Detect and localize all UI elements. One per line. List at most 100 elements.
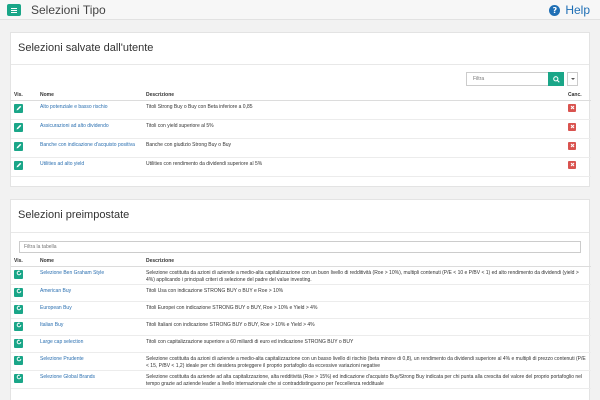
refresh-icon [16,321,22,331]
selection-description: Titoli con yield superiore al 5% [143,119,565,139]
col-nome: Nome [37,91,143,101]
search-icon [552,75,560,83]
refresh-icon [16,269,22,279]
caret-down-icon [570,78,575,80]
selection-name-link[interactable]: Utilities ad alto yield [37,157,143,177]
table-row: Utilities ad alto yield Utilities con ren… [11,157,591,177]
vis-cell [11,318,37,336]
page-title: Selezioni Tipo [31,3,106,17]
load-selection-button[interactable] [14,269,23,279]
preset-selections-table: Vis. Nome Descrizione Selezione Ben Grah… [11,257,591,389]
edit-button[interactable] [14,103,23,113]
load-selection-button[interactable] [14,355,23,365]
load-selection-button[interactable] [14,338,23,348]
vis-cell [11,284,37,302]
edit-button[interactable] [14,122,23,132]
divider [11,232,589,233]
selection-name-link[interactable]: Selezione Global Brands [37,370,143,389]
selection-name-link[interactable]: European Buy [37,301,143,319]
help-link[interactable]: ? Help [549,2,590,18]
load-selection-button[interactable] [14,304,23,314]
menu-button[interactable] [7,4,21,16]
col-canc: Canc. [565,91,591,101]
user-selections-title: Selezioni salvate dall'utente [18,42,154,54]
selection-description: Titoli Italiani con indicazione STRONG B… [143,318,591,336]
selection-description: Banche con giudizio Strong Buy o Buy [143,138,565,158]
selection-name-link[interactable]: Italian Buy [37,318,143,336]
delete-cell [565,119,591,139]
top-bar: Selezioni Tipo ? Help [0,0,600,20]
refresh-icon [16,338,22,348]
selection-description: Selezione costituita da azioni di aziend… [143,266,591,285]
pencil-icon [16,105,22,111]
selection-description: Selezione costituita da azioni di aziend… [143,352,591,371]
vis-cell [11,352,37,371]
table-row: Selezione Prudente Selezione costituita d… [11,352,591,371]
vis-cell [11,335,37,353]
table-row: American Buy Titoli Usa con indicazione S… [11,284,591,302]
user-selections-table: Vis. Nome Descrizione Canc. Alto potenzi… [11,91,591,177]
selection-name-link[interactable]: Large cap selection [37,335,143,353]
selection-description: Titoli Strong Buy o Buy con Beta inferio… [143,100,565,120]
delete-cell [565,100,591,120]
table-filter-input[interactable] [19,241,581,253]
times-icon [570,162,575,167]
col-vis: Vis. [11,257,37,267]
vis-cell [11,266,37,285]
times-icon [570,143,575,148]
selection-description: Utilities con rendimento da dividendi su… [143,157,565,177]
col-descrizione: Descrizione [143,257,591,267]
user-selections-panel: Selezioni salvate dall'utente Vis. Nome … [10,32,591,187]
question-circle-icon: ? [549,4,561,16]
selection-description: Selezione costituita da aziende ad alta … [143,370,591,389]
refresh-icon [16,373,22,383]
preset-selections-panel: Selezioni preimpostate Vis. Nome Descriz… [10,199,591,400]
edit-button[interactable] [14,160,23,170]
delete-button[interactable] [568,122,576,131]
hamburger-icon [11,7,17,9]
selection-name-link[interactable]: Alto potenziale e basso rischio [37,100,143,120]
times-icon [570,105,575,110]
table-header-row: Vis. Nome Descrizione Canc. [11,91,591,101]
table-row: Assicurazioni ad alto dividendo Titoli co… [11,119,591,139]
col-descrizione: Descrizione [143,91,565,101]
delete-cell [565,157,591,177]
table-row: Selezione Global Brands Selezione costitu… [11,370,591,389]
refresh-icon [16,287,22,297]
times-icon [570,124,575,129]
selection-name-link[interactable]: Assicurazioni ad alto dividendo [37,119,143,139]
help-label: Help [565,3,590,17]
selection-description: Titoli Usa con indicazione STRONG BUY o … [143,284,591,302]
load-selection-button[interactable] [14,373,23,383]
delete-button[interactable] [568,141,576,150]
selection-name-link[interactable]: American Buy [37,284,143,302]
table-row: European Buy Titoli Europei con indicazio… [11,301,591,319]
filter-search-button[interactable] [548,72,564,86]
filter-dropdown-button[interactable] [567,72,578,86]
delete-button[interactable] [568,103,576,112]
table-row: Italian Buy Titoli Italiani con indicazio… [11,318,591,336]
selection-name-link[interactable]: Selezione Prudente [37,352,143,371]
vis-cell [11,138,37,158]
pencil-icon [16,124,22,130]
refresh-icon [16,355,22,365]
selection-description: Titoli con capitalizzazione superiore a … [143,335,591,353]
selection-name-link[interactable]: Banche con indicazione d'acquisto positi… [37,138,143,158]
table-row: Large cap selection Titoli con capitalizz… [11,335,591,353]
table-header-row: Vis. Nome Descrizione [11,257,591,267]
selection-name-link[interactable]: Selezione Ben Graham Style [37,266,143,285]
vis-cell [11,100,37,120]
col-vis: Vis. [11,91,37,101]
refresh-icon [16,304,22,314]
pencil-icon [16,162,22,168]
preset-selections-title: Selezioni preimpostate [18,209,130,221]
filter-input[interactable] [466,72,548,86]
delete-cell [565,138,591,158]
filter-row [11,65,589,91]
load-selection-button[interactable] [14,321,23,331]
col-nome: Nome [37,257,143,267]
load-selection-button[interactable] [14,287,23,297]
selection-description: Titoli Europei con indicazione STRONG BU… [143,301,591,319]
delete-button[interactable] [568,160,576,169]
edit-button[interactable] [14,141,23,151]
